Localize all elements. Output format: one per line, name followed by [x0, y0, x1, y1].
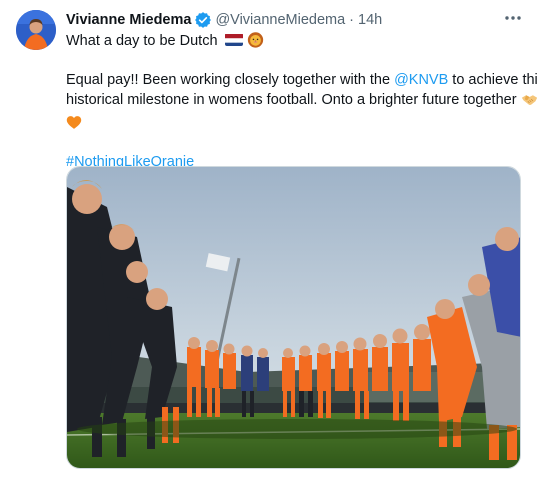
- tweet-text-intro: What a day to be Dutch: [66, 33, 218, 49]
- author-name[interactable]: Vivianne Miedema: [66, 10, 191, 30]
- lion-face-icon: [247, 31, 264, 54]
- tweet-text-part: historical milestone in womens football.…: [66, 92, 517, 108]
- handshake-icon: [521, 92, 537, 113]
- tweet-photo[interactable]: [66, 166, 521, 469]
- avatar[interactable]: [16, 10, 56, 50]
- tweet-text-line2: Equal pay!! Been working closely togethe…: [66, 70, 537, 90]
- verified-badge-icon: [194, 11, 212, 29]
- tweet-text-part: to achieve this: [448, 72, 537, 88]
- orange-heart-icon: [66, 115, 82, 136]
- tweet-header: Vivianne Miedema @VivianneMiedema · 14h: [66, 10, 521, 30]
- tweet-text-line1: What a day to be Dutch: [66, 31, 526, 54]
- netherlands-flag-icon: [224, 33, 243, 46]
- tweet-text-line4: [66, 113, 526, 136]
- tweet-text: What a day to be Dutch Equal pay!! Been …: [66, 31, 537, 172]
- separator-dot: ·: [349, 12, 355, 28]
- tweet-timestamp[interactable]: 14h: [358, 10, 382, 30]
- tweet-text-part: Equal pay!! Been working closely togethe…: [66, 72, 395, 88]
- mention-link[interactable]: @KNVB: [394, 72, 448, 88]
- tweet[interactable]: Vivianne Miedema @VivianneMiedema · 14h …: [0, 0, 537, 480]
- author-handle[interactable]: @VivianneMiedema: [215, 10, 345, 30]
- more-horizontal-icon[interactable]: [503, 8, 523, 28]
- team-huddle-photo: [67, 167, 520, 468]
- tweet-text-line3: historical milestone in womens football.…: [66, 90, 537, 113]
